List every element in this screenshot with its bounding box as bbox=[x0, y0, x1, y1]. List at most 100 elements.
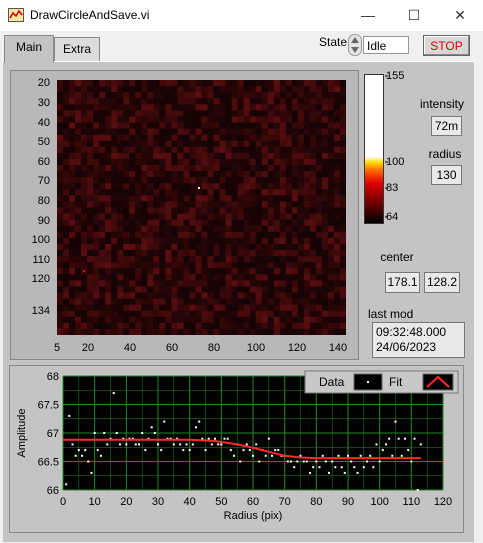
y-tick-label: 68 bbox=[47, 371, 59, 383]
data-point bbox=[337, 454, 340, 457]
image-y-tick-label: 134 bbox=[31, 305, 50, 317]
state-label: State bbox=[319, 35, 348, 49]
x-tick-label: 10 bbox=[89, 496, 101, 508]
data-point bbox=[242, 449, 245, 452]
data-point bbox=[112, 392, 115, 395]
data-point bbox=[214, 437, 216, 440]
data-point bbox=[290, 460, 292, 463]
labview-vi-icon bbox=[8, 8, 24, 22]
data-point bbox=[334, 466, 337, 469]
legend-fit-label: Fit bbox=[389, 375, 403, 389]
image-y-tick-label: 20 bbox=[37, 77, 50, 89]
data-point bbox=[347, 454, 349, 457]
data-point bbox=[87, 460, 90, 463]
y-axis-label: Amplitude bbox=[16, 409, 28, 458]
data-point bbox=[315, 460, 318, 463]
data-point bbox=[394, 420, 397, 423]
data-point bbox=[372, 466, 375, 469]
x-tick-label: 110 bbox=[403, 496, 421, 508]
data-point bbox=[419, 443, 422, 446]
data-point bbox=[115, 432, 118, 434]
data-point bbox=[385, 443, 387, 446]
data-point bbox=[93, 432, 96, 434]
color-scale-ticks bbox=[385, 75, 388, 218]
x-tick-label: 20 bbox=[120, 496, 132, 508]
data-point bbox=[378, 460, 381, 463]
data-point bbox=[220, 443, 223, 446]
data-point bbox=[404, 437, 406, 440]
image-y-tick-label: 30 bbox=[37, 97, 50, 109]
data-point bbox=[293, 466, 296, 469]
close-button[interactable]: ✕ bbox=[437, 0, 483, 31]
data-point bbox=[410, 460, 413, 463]
data-point bbox=[233, 454, 235, 457]
data-point bbox=[271, 454, 273, 457]
window-title: DrawCircleAndSave.vi bbox=[30, 8, 150, 22]
data-point bbox=[388, 437, 391, 440]
data-point bbox=[81, 454, 83, 457]
x-tick-label: 70 bbox=[279, 496, 291, 508]
state-value: Idle bbox=[363, 36, 409, 54]
image-x-tick-label: 5 bbox=[53, 342, 61, 354]
last-mod-timestamp: 09:32:48.000 24/06/2023 bbox=[372, 322, 465, 358]
data-point bbox=[264, 454, 267, 457]
data-point bbox=[204, 449, 207, 452]
amplitude-vs-radius-graph[interactable]: 0 10 20 30 40 50 60 70 80 90 100 110 120 68 67.5 67 66.5… bbox=[9, 365, 464, 533]
image-y-tick-label: 80 bbox=[37, 195, 50, 207]
data-point bbox=[318, 466, 321, 469]
data-point bbox=[150, 426, 153, 429]
state-spinner[interactable] bbox=[348, 34, 362, 56]
image-y-tick-label: 90 bbox=[37, 215, 50, 227]
data-point bbox=[71, 443, 74, 446]
data-point bbox=[258, 460, 261, 463]
data-point bbox=[286, 460, 289, 463]
data-point bbox=[362, 466, 365, 469]
data-point bbox=[163, 420, 166, 423]
stop-button[interactable]: STOP bbox=[423, 35, 470, 56]
legend-data-label: Data bbox=[319, 375, 345, 389]
maximize-button[interactable]: ☐ bbox=[391, 0, 437, 31]
data-point bbox=[356, 471, 359, 474]
data-point bbox=[359, 454, 362, 457]
image-y-tick-label: 100 bbox=[31, 234, 50, 246]
data-point bbox=[119, 443, 121, 446]
data-point bbox=[144, 449, 147, 452]
data-point bbox=[74, 454, 77, 457]
data-point bbox=[397, 437, 400, 440]
plot-legend[interactable]: Data Fit bbox=[304, 370, 459, 394]
x-tick-label: 90 bbox=[342, 496, 354, 508]
data-point bbox=[157, 443, 159, 446]
image-x-tick-label: 60 bbox=[165, 342, 179, 354]
data-point bbox=[312, 466, 315, 469]
data-point bbox=[331, 460, 334, 463]
data-point bbox=[274, 449, 277, 452]
image-y-tick-label: 40 bbox=[37, 117, 50, 129]
x-tick-label: 0 bbox=[60, 496, 66, 508]
tab-main[interactable]: Main bbox=[4, 35, 54, 63]
data-point bbox=[340, 466, 343, 469]
data-point bbox=[252, 454, 254, 457]
data-point bbox=[160, 449, 163, 452]
image-x-tick-label: 80 bbox=[207, 342, 221, 354]
data-point bbox=[217, 443, 220, 446]
intensity-value: 72m bbox=[431, 116, 462, 136]
intensity-image[interactable] bbox=[57, 80, 346, 335]
data-point bbox=[353, 466, 356, 469]
data-point bbox=[305, 460, 308, 463]
minimize-button[interactable]: — bbox=[345, 0, 391, 31]
intensity-label: intensity bbox=[419, 97, 465, 111]
data-point bbox=[413, 437, 416, 440]
tab-extra[interactable]: Extra bbox=[54, 37, 100, 62]
data-point bbox=[407, 449, 410, 452]
data-point bbox=[191, 443, 194, 446]
data-point bbox=[100, 454, 102, 457]
data-point bbox=[302, 460, 305, 463]
data-point bbox=[343, 471, 346, 474]
image-x-tick-label: 40 bbox=[123, 342, 137, 354]
last-mod-label: last mod bbox=[368, 307, 414, 321]
data-point bbox=[309, 471, 311, 474]
radius-label: radius bbox=[428, 147, 462, 161]
image-y-tick-label: 70 bbox=[37, 175, 50, 187]
data-point bbox=[324, 460, 327, 463]
data-point bbox=[375, 443, 378, 446]
